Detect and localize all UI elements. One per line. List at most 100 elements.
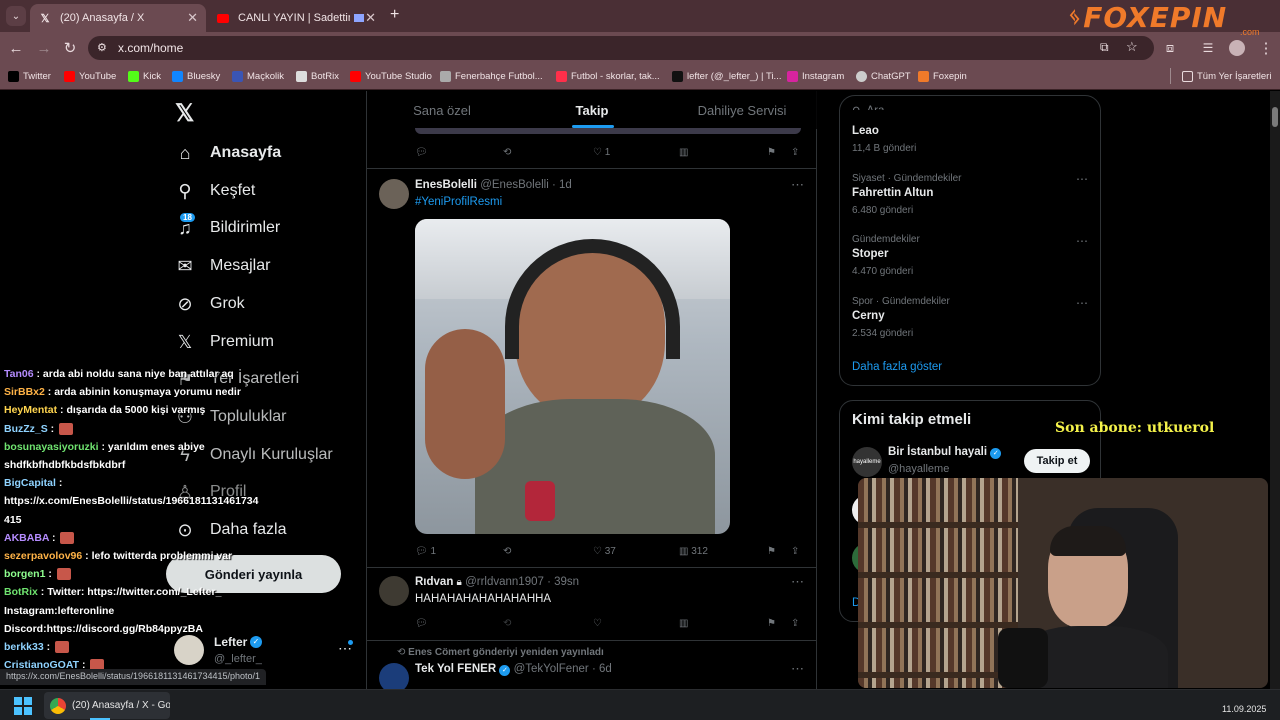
author-handle[interactable]: @rrldvann1907 — [465, 576, 544, 588]
bookmark-botrix[interactable]: BotRix — [296, 68, 339, 84]
bookmark-youtube-studio[interactable]: YouTube Studio — [350, 68, 432, 84]
more-icon[interactable]: ⋯ — [1076, 296, 1088, 310]
tweet-time[interactable]: 1d — [559, 179, 572, 191]
install-app-icon[interactable]: ⧉ — [1100, 40, 1109, 55]
more-icon[interactable]: ⋯ — [791, 661, 804, 677]
close-tab-icon[interactable]: ✕ — [187, 10, 198, 26]
tweet-tekyolfener[interactable]: ⟲ Enes Cömert gönderiyi yeniden yayınlad… — [367, 641, 817, 689]
bookmark-star-icon[interactable]: ☆ — [1126, 39, 1138, 55]
author-name[interactable]: Tek Yol FENER — [415, 663, 496, 675]
tab-dahiliye[interactable]: Dahiliye Servisi — [667, 91, 817, 129]
extensions-icon[interactable]: ⧈ — [1160, 38, 1180, 58]
more-icon[interactable]: ⋯ — [791, 177, 804, 193]
address-bar[interactable]: ⚙ x.com/home ⧉ ☆ — [88, 36, 1154, 60]
x-logo-icon[interactable]: 𝕏 — [175, 99, 194, 128]
follow-suggestion-handle[interactable]: @hayalleme — [888, 463, 949, 475]
more-icon[interactable]: ⋯ — [1076, 172, 1088, 186]
tweet-time[interactable]: 39sn — [554, 576, 579, 588]
windows-start-icon[interactable] — [14, 697, 32, 715]
trend-name[interactable]: Fahrettin Altun — [852, 187, 933, 199]
hashtag-link[interactable]: #YeniProfilResmi — [415, 196, 502, 208]
like-button[interactable]: ♡ 37 — [593, 546, 616, 557]
author-name[interactable]: Rıdvan — [415, 576, 453, 588]
nav-messages[interactable]: ✉ Mesajlar — [172, 251, 270, 281]
bookmark-foxepin[interactable]: Foxepin — [918, 68, 967, 84]
chat-username: AKBABA — [4, 531, 50, 544]
repost-icon[interactable]: ⟲ — [503, 147, 511, 158]
nav-home[interactable]: ⌂ Anasayfa — [172, 138, 282, 168]
all-bookmarks-folder[interactable]: Tüm Yer İşaretleri — [1182, 68, 1271, 84]
avatar[interactable] — [379, 663, 409, 689]
bookmark-icon[interactable]: ⚑ — [767, 546, 776, 557]
bookmark-futbol[interactable]: Futbol - skorlar, tak... — [556, 68, 660, 84]
tweet-photo[interactable] — [415, 219, 730, 534]
avatar[interactable] — [379, 576, 409, 606]
forward-button[interactable]: → — [34, 38, 54, 58]
bookmark-youtube[interactable]: YouTube — [64, 68, 116, 84]
nav-grok[interactable]: ⊘ Grok — [172, 289, 244, 319]
bookmark-chatgpt[interactable]: ChatGPT — [856, 68, 911, 84]
kick-icon — [128, 70, 139, 82]
avatar[interactable]: hayalleme — [852, 447, 882, 477]
nav-more[interactable]: ⊙ Daha fazla — [172, 515, 286, 545]
account-switcher[interactable]: Lefter ✓ @_lefter_ ⋯ — [172, 632, 358, 670]
bookmark-instagram[interactable]: Instagram — [787, 68, 844, 84]
like-icon[interactable]: ♡ — [593, 618, 602, 629]
taskbar-chrome-window[interactable]: (20) Anasayfa / X - Goo — [44, 692, 170, 719]
page-scrollbar[interactable] — [1270, 91, 1280, 689]
tab-search-button[interactable]: ⌄ — [6, 6, 26, 26]
tab-following[interactable]: Takip — [517, 91, 667, 129]
views-icon[interactable]: ▥ — [679, 147, 688, 158]
bookmark-icon[interactable]: ⚑ — [767, 618, 776, 629]
follow-suggestion-name[interactable]: Bir İstanbul hayali ✓ — [888, 446, 1002, 459]
scrollbar-thumb[interactable] — [1272, 107, 1278, 127]
trend-name[interactable]: Cerny — [852, 310, 885, 322]
back-button[interactable]: ← — [6, 38, 26, 58]
nav-notifications[interactable]: ♫ 18 Bildirimler — [172, 212, 280, 243]
bookmark-lefter-tiktok[interactable]: lefter (@_lefter_) | Ti... — [672, 68, 781, 84]
profile-avatar[interactable] — [1229, 40, 1245, 56]
browser-tab-youtube[interactable]: CANLI YAYIN | Sadettin Sar... ✕ — [208, 4, 384, 32]
trend-name[interactable]: Stoper — [852, 248, 888, 260]
follow-button[interactable]: Takip et — [1024, 449, 1090, 473]
bookmark-icon[interactable]: ⚑ — [767, 147, 776, 158]
more-icon[interactable]: ⋯ — [1076, 234, 1088, 248]
bookmark-twitter[interactable]: Twitter — [8, 68, 51, 84]
media-control-icon[interactable]: ☰ — [1198, 38, 1218, 58]
repost-icon[interactable]: ⟲ — [503, 618, 511, 629]
share-icon[interactable]: ⇪ — [791, 147, 799, 158]
browser-menu-icon[interactable]: ⋮ — [1256, 38, 1276, 58]
reload-button[interactable]: ↻ — [60, 38, 80, 58]
trend-name[interactable]: Leao — [852, 125, 879, 137]
new-tab-button[interactable]: + — [390, 6, 399, 24]
reply-icon[interactable]: 💬︎ — [415, 147, 428, 158]
nav-explore[interactable]: ⚲ Keşfet — [172, 176, 255, 206]
tab-for-you[interactable]: Sana özel — [367, 91, 517, 129]
tweet-ridvan[interactable]: Rıdvan 🔒︎ @rrldvann1907 · 39sn ⋯ HAHAHAH… — [367, 568, 817, 640]
author-name[interactable]: EnesBolelli — [415, 179, 477, 191]
more-icon[interactable]: ⋯ — [791, 574, 804, 590]
author-handle[interactable]: @EnesBolelli — [480, 179, 549, 191]
taskbar-date[interactable]: 11.09.2025 — [1222, 704, 1266, 714]
nav-premium[interactable]: 𝕏 Premium — [172, 327, 274, 357]
share-icon[interactable]: ⇪ — [791, 546, 799, 557]
close-tab-icon[interactable]: ✕ — [365, 10, 376, 26]
site-info-icon[interactable]: ⚙ — [97, 41, 107, 54]
avatar[interactable] — [379, 179, 409, 209]
tweet-time[interactable]: 6d — [599, 663, 612, 675]
bookmark-bluesky[interactable]: Bluesky — [172, 68, 220, 84]
views-icon[interactable]: ▥ — [679, 618, 688, 629]
browser-tab-x[interactable]: 𝕏 (20) Anasayfa / X ✕ — [30, 4, 206, 32]
show-more-link[interactable]: Daha fazla göster — [852, 361, 942, 373]
bookmark-mackolik[interactable]: Maçkolik — [232, 68, 284, 84]
bookmark-fenerbahce[interactable]: Fenerbahçe Futbol... — [440, 68, 543, 84]
reply-button[interactable]: 💬︎ 1 — [415, 546, 436, 557]
tweet-enesbolelli[interactable]: EnesBolelli @EnesBolelli · 1d ⋯ #YeniPro… — [367, 169, 817, 569]
repost-icon[interactable]: ⟲ — [503, 546, 511, 557]
share-icon[interactable]: ⇪ — [791, 618, 799, 629]
bookmark-kick[interactable]: Kick — [128, 68, 161, 84]
author-handle[interactable]: @TekYolFener — [514, 663, 589, 675]
views-button[interactable]: ▥ 312 — [679, 546, 708, 557]
reply-icon[interactable]: 💬︎ — [415, 618, 428, 629]
like-button[interactable]: ♡ 1 — [593, 147, 610, 158]
